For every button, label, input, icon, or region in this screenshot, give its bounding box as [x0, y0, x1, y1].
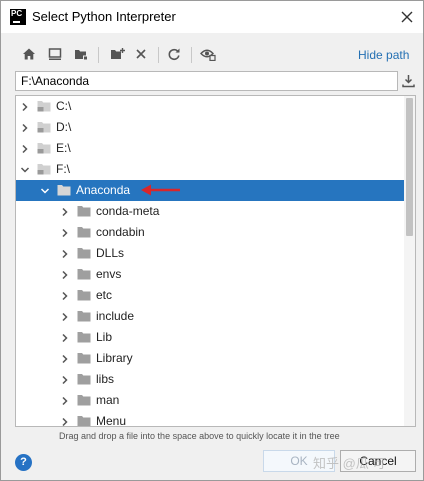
drive-folder-icon	[37, 163, 51, 175]
tree-row-folder[interactable]: include	[16, 306, 404, 327]
folder-icon	[77, 415, 91, 426]
tree-row-folder[interactable]: DLLs	[16, 243, 404, 264]
tree-row-label: Menu	[96, 414, 127, 427]
delete-icon	[136, 49, 146, 59]
tree-row-folder[interactable]: conda-meta	[16, 201, 404, 222]
toolbar	[15, 43, 415, 67]
tree-row-folder[interactable]: man	[16, 390, 404, 411]
chevron-right-icon[interactable]	[60, 269, 70, 280]
folder-icon	[57, 184, 71, 196]
scrollbar-thumb[interactable]	[406, 98, 413, 236]
tree-row-drive[interactable]: C:\	[16, 96, 404, 117]
close-button[interactable]	[395, 5, 419, 29]
tree-row-label: man	[96, 393, 120, 407]
project-folder-button[interactable]	[70, 43, 92, 65]
folder-icon	[77, 394, 91, 406]
folder-icon	[77, 352, 91, 364]
tree-row-label: include	[96, 309, 135, 323]
new-folder-icon	[110, 48, 125, 59]
home-icon	[23, 48, 35, 60]
refresh-icon	[168, 48, 180, 60]
tree-row-label: F:\	[56, 162, 70, 176]
desktop-button[interactable]	[44, 43, 66, 65]
chevron-right-icon[interactable]	[60, 248, 70, 259]
annotation-arrow-icon	[141, 184, 180, 196]
toolbar-separator	[158, 47, 159, 63]
refresh-button[interactable]	[163, 43, 185, 65]
tree-row-label: D:\	[56, 120, 72, 134]
pycharm-logo-icon: PC	[10, 9, 26, 25]
chevron-right-icon[interactable]	[60, 353, 70, 364]
folder-icon	[77, 205, 91, 217]
tree-row-label: condabin	[96, 225, 145, 239]
tree-row-folder[interactable]: Library	[16, 348, 404, 369]
dialog-title: Select Python Interpreter	[32, 9, 176, 24]
folder-icon	[77, 268, 91, 280]
chevron-right-icon[interactable]	[20, 101, 30, 112]
tree-row-drive[interactable]: E:\	[16, 138, 404, 159]
tree-scrollbar[interactable]	[404, 96, 415, 426]
folder-icon	[77, 331, 91, 343]
watermark: 知乎 @瓜 可	[313, 456, 386, 471]
close-icon	[401, 11, 413, 23]
new-folder-button[interactable]	[106, 43, 128, 65]
tree-row-folder[interactable]: envs	[16, 264, 404, 285]
chevron-right-icon[interactable]	[20, 122, 30, 133]
tree-row-drive[interactable]: F:\	[16, 159, 404, 180]
chevron-right-icon[interactable]	[60, 206, 70, 217]
help-button[interactable]: ?	[15, 454, 32, 471]
folder-icon	[77, 289, 91, 301]
drag-drop-hint: Drag and drop a file into the space abov…	[59, 431, 340, 441]
path-input[interactable]	[15, 71, 398, 91]
tree-row-folder[interactable]: libs	[16, 369, 404, 390]
tree-row-label: envs	[96, 267, 122, 281]
folder-icon	[77, 310, 91, 322]
show-hidden-files-icon	[200, 49, 216, 61]
tree-row-label: E:\	[56, 141, 71, 155]
chevron-right-icon[interactable]	[60, 332, 70, 343]
delete-button[interactable]	[130, 43, 152, 65]
folder-icon	[77, 226, 91, 238]
chevron-right-icon[interactable]	[60, 290, 70, 301]
drive-folder-icon	[37, 100, 51, 112]
tree-row-label: etc	[96, 288, 113, 302]
select-interpreter-dialog: PC Select Python Interpreter Hide path F…	[0, 0, 424, 481]
tree-row-label: Anaconda	[76, 183, 131, 197]
tree-row-folder[interactable]: Menu	[16, 411, 404, 427]
chevron-right-icon[interactable]	[20, 143, 30, 154]
tree-row-drive[interactable]: D:\	[16, 117, 404, 138]
download-button[interactable]	[400, 71, 416, 91]
desktop-icon	[48, 48, 62, 60]
show-hidden-button[interactable]	[197, 43, 219, 65]
tree-row-folder[interactable]: Anaconda	[16, 180, 404, 201]
tree-row-label: Lib	[96, 330, 113, 344]
drive-folder-icon	[37, 142, 51, 154]
tree-row-folder[interactable]: etc	[16, 285, 404, 306]
chevron-right-icon[interactable]	[60, 416, 70, 426]
tree-row-label: C:\	[56, 99, 72, 113]
toolbar-separator	[98, 47, 99, 63]
tree-row-label: DLLs	[96, 246, 125, 260]
chevron-down-icon[interactable]	[20, 164, 30, 174]
chevron-right-icon[interactable]	[60, 374, 70, 385]
hide-path-link[interactable]: Hide path	[358, 48, 409, 62]
chevron-right-icon[interactable]	[60, 395, 70, 406]
toolbar-separator	[191, 47, 192, 63]
title-bar: PC Select Python Interpreter	[1, 1, 423, 33]
folder-icon	[77, 373, 91, 385]
tree-row-label: Library	[96, 351, 133, 365]
tree-row-label: libs	[96, 372, 115, 386]
download-icon	[401, 75, 415, 88]
chevron-right-icon[interactable]	[60, 311, 70, 322]
project-folder-icon	[75, 50, 88, 60]
tree-row-folder[interactable]: condabin	[16, 222, 404, 243]
chevron-down-icon[interactable]	[40, 185, 50, 195]
tree-row-label: conda-meta	[96, 204, 160, 218]
tree-row-folder[interactable]: Lib	[16, 327, 404, 348]
drive-folder-icon	[37, 121, 51, 133]
file-tree[interactable]: C:\ D:\ E:\ F:\ Anaconda conda-meta condabin DL…	[15, 95, 416, 427]
folder-icon	[77, 247, 91, 259]
chevron-right-icon[interactable]	[60, 227, 70, 238]
home-button[interactable]	[18, 43, 40, 65]
